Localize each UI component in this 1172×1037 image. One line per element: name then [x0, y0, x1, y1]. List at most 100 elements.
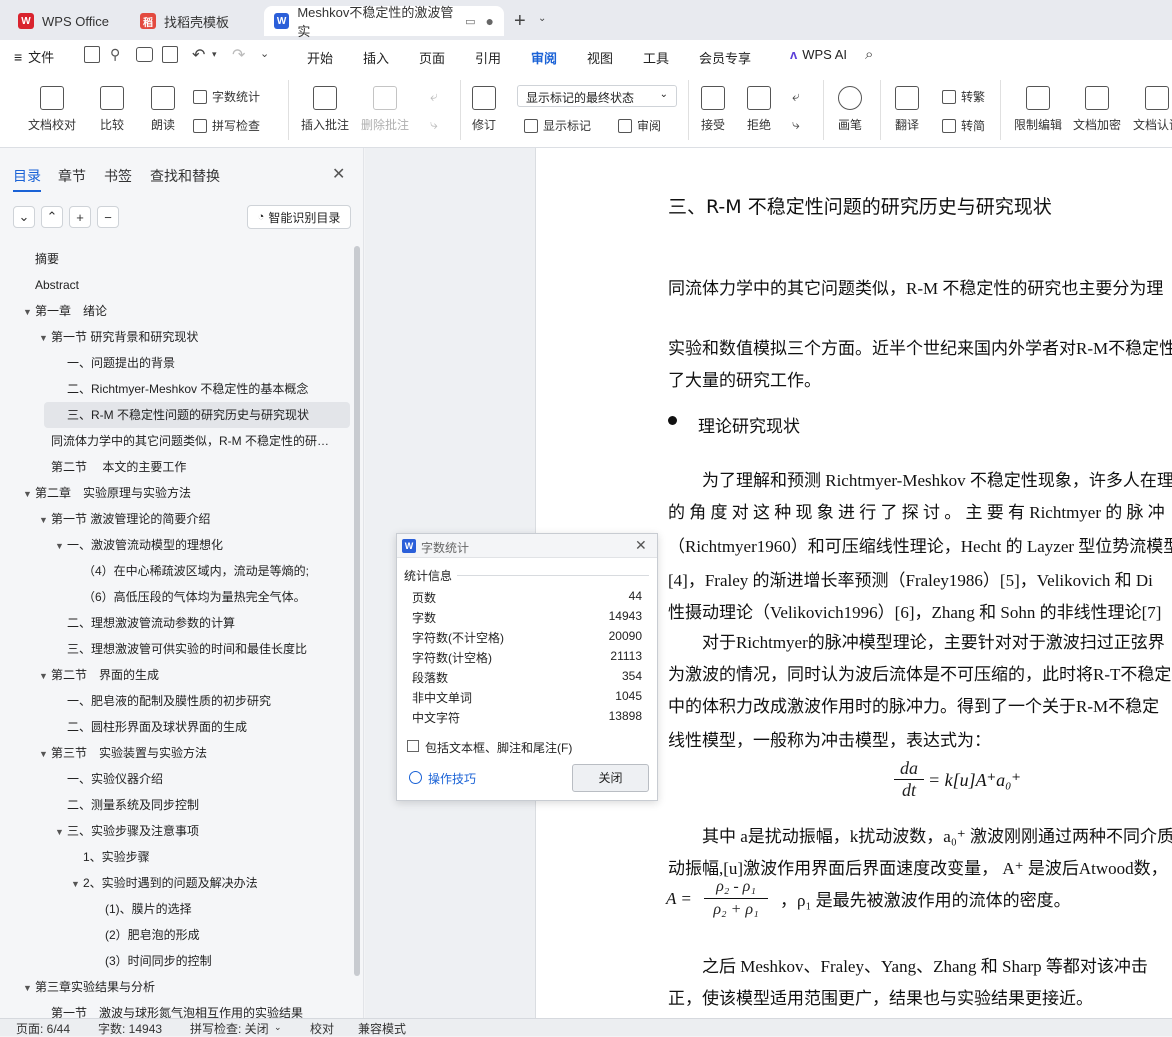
menu-review[interactable]: 审阅 — [531, 48, 558, 74]
toc-item[interactable]: ▼ 2、实验时遇到的问题及解决办法 — [71, 870, 258, 896]
caret-down-icon[interactable]: ▼ — [23, 299, 35, 325]
undo-icon[interactable]: ↶ — [192, 45, 205, 65]
caret-down-icon[interactable]: ▼ — [71, 871, 83, 897]
file-menu[interactable]: ≡ 文件 — [14, 47, 54, 66]
tab-document[interactable]: W Meshkov不稳定性的激波管实 ▭ ● — [264, 5, 504, 39]
more-chevron-icon[interactable]: ⌄ — [260, 47, 269, 60]
save-icon[interactable] — [84, 46, 100, 63]
toc-item[interactable]: (2）肥皂泡的形成 — [93, 922, 200, 948]
wps-ai-button[interactable]: ʌ WPS AI — [790, 47, 847, 62]
menu-insert[interactable]: 插入 — [363, 48, 389, 67]
caret-down-icon[interactable]: ▼ — [39, 325, 51, 351]
menu-view[interactable]: 视图 — [587, 48, 613, 67]
close-icon[interactable]: ✕ — [332, 164, 345, 184]
spell-check-button[interactable]: 拼写检查 — [193, 117, 260, 134]
compare-button[interactable]: 比较 — [100, 86, 124, 133]
tab-docer[interactable]: 稻 找稻壳模板 — [130, 6, 260, 36]
close-button[interactable]: 关闭 — [572, 764, 649, 792]
toc-item[interactable]: 同流体力学中的其它问题类似，R-M 不稳定性的研… — [39, 428, 329, 454]
prev-comment-icon[interactable]: ⤶ — [430, 88, 438, 105]
nav-tab-bookmarks[interactable]: 书签 — [104, 166, 132, 186]
toc-item[interactable]: ▼ 第二章 实验原理与实验方法 — [23, 480, 191, 506]
toc-item[interactable]: 二、测量系统及同步控制 — [55, 792, 199, 818]
to-traditional-button[interactable]: 转繁 — [942, 88, 985, 105]
menu-start[interactable]: 开始 — [307, 48, 333, 67]
tab-wps-office[interactable]: W WPS Office — [8, 6, 124, 36]
toc-item[interactable]: (3）时间同步的控制 — [93, 948, 212, 974]
caret-down-icon[interactable]: ▼ — [39, 507, 51, 533]
collapse-down-button[interactable]: ⌄ — [13, 206, 35, 228]
toc-item[interactable]: ▼ 第一节 激波管理论的简要介绍 — [39, 506, 210, 532]
print-icon[interactable] — [136, 47, 153, 62]
read-aloud-button[interactable]: 朗读 — [151, 86, 175, 133]
show-markup-button[interactable]: 显示标记 — [524, 117, 591, 134]
toc-item[interactable]: （6）高低压段的气体均为量热完全气体。 — [71, 584, 306, 610]
menu-page[interactable]: 页面 — [419, 48, 445, 67]
doc-check-button[interactable]: 文档校对 — [28, 86, 76, 133]
toc-item[interactable]: 三、R-M 不稳定性问题的研究历史与研究现状 — [44, 402, 350, 428]
status-word-count[interactable]: 字数: 14943 — [98, 1020, 162, 1037]
status-proof[interactable]: 校对 — [310, 1020, 334, 1037]
close-icon[interactable]: ✕ — [635, 537, 647, 554]
chevron-down-icon[interactable]: ⌄ — [538, 13, 546, 24]
caret-down-icon[interactable]: ▼ — [39, 741, 51, 767]
nav-tab-toc[interactable]: 目录 — [13, 166, 41, 192]
reject-button[interactable]: 拒绝 — [747, 86, 771, 133]
encrypt-button[interactable]: 文档加密 — [1073, 86, 1121, 133]
toc-item[interactable]: 三、理想激波管可供实验的时间和最佳长度比 — [55, 636, 307, 662]
unsaved-dot-icon[interactable]: ● — [486, 13, 494, 29]
translate-button[interactable]: 翻译 — [895, 86, 919, 133]
toc-item[interactable]: 二、理想激波管流动参数的计算 — [55, 610, 235, 636]
nav-scrollbar[interactable] — [354, 246, 360, 976]
menu-membership[interactable]: 会员专享 — [699, 48, 751, 67]
nav-tab-find-replace[interactable]: 查找和替换 — [150, 166, 220, 186]
markup-state-select[interactable]: 显示标记的最终状态 ⌄ — [517, 85, 677, 107]
toc-item[interactable]: 一、肥皂液的配制及膜性质的初步研究 — [55, 688, 271, 714]
caret-down-icon[interactable]: ▼ — [55, 533, 67, 559]
caret-down-icon[interactable]: ▼ — [23, 975, 35, 1001]
caret-down-icon[interactable]: ▼ — [55, 819, 67, 845]
nav-tab-chapters[interactable]: 章节 — [58, 166, 86, 186]
toc-item[interactable]: 二、圆柱形界面及球状界面的生成 — [55, 714, 247, 740]
toc-item[interactable]: 二、Richtmyer-Meshkov 不稳定性的基本概念 — [55, 376, 308, 402]
restrict-edit-button[interactable]: 限制编辑 — [1014, 86, 1062, 133]
next-change-icon[interactable]: ⤷ — [792, 116, 800, 133]
delete-comment-button[interactable]: 删除批注 — [361, 86, 409, 133]
tips-link[interactable]: 操作技巧 — [428, 770, 476, 787]
toc-item[interactable]: 一、问题提出的背景 — [55, 350, 175, 376]
toc-item[interactable]: ▼ 第一章 绪论 — [23, 298, 107, 324]
caret-down-icon[interactable]: ▼ — [39, 663, 51, 689]
toc-item[interactable]: 第二节 本文的主要工作 — [39, 454, 186, 480]
toc-item[interactable]: 摘要 — [23, 246, 59, 272]
toc-item[interactable]: ▼ 一、激波管流动模型的理想化 — [55, 532, 223, 558]
toc-item[interactable]: ▼ 第三章实验结果与分析 — [23, 974, 155, 1000]
toc-item[interactable]: 一、实验仪器介绍 — [55, 766, 163, 792]
insert-comment-button[interactable]: 插入批注 — [301, 86, 349, 133]
word-count-button[interactable]: 字数统计 — [193, 88, 260, 105]
include-footnotes-checkbox[interactable] — [407, 740, 419, 752]
add-heading-button[interactable]: + — [69, 206, 91, 228]
prev-change-icon[interactable]: ⤶ — [792, 88, 800, 105]
status-page[interactable]: 页面: 6/44 — [16, 1020, 70, 1037]
new-tab-icon[interactable]: + — [514, 10, 526, 33]
accept-button[interactable]: 接受 — [701, 86, 725, 133]
pen-button[interactable]: 画笔 — [838, 86, 862, 133]
toc-item[interactable]: 1、实验步骤 — [71, 844, 150, 870]
review-pane-button[interactable]: 审阅 — [618, 117, 661, 134]
smart-toc-button[interactable]: ◔ 智能识别目录 — [247, 205, 351, 229]
toc-item[interactable]: ▼ 第一节 研究背景和研究现状 — [39, 324, 198, 350]
next-comment-icon[interactable]: ⤷ — [430, 116, 438, 133]
toc-item[interactable]: （4）在中心稀疏波区域内，流动是等熵的; — [71, 558, 309, 584]
collapse-up-button[interactable]: ⌃ — [41, 206, 63, 228]
menu-tools[interactable]: 工具 — [643, 48, 669, 67]
toc-item[interactable]: ▼ 三、实验步骤及注意事项 — [55, 818, 199, 844]
caret-down-icon[interactable]: ▼ — [23, 481, 35, 507]
link-icon[interactable]: ⚲ — [110, 46, 120, 63]
undo-dropdown-icon[interactable]: ▾ — [212, 49, 217, 60]
menu-reference[interactable]: 引用 — [475, 48, 501, 67]
redo-icon[interactable]: ↷ — [232, 45, 245, 65]
print-preview-icon[interactable] — [162, 46, 178, 63]
status-spell-check[interactable]: 拼写检查: 关闭 — [190, 1020, 269, 1037]
toc-item[interactable]: (1)、膜片的选择 — [93, 896, 192, 922]
track-changes-button[interactable]: 修订 — [472, 86, 496, 133]
